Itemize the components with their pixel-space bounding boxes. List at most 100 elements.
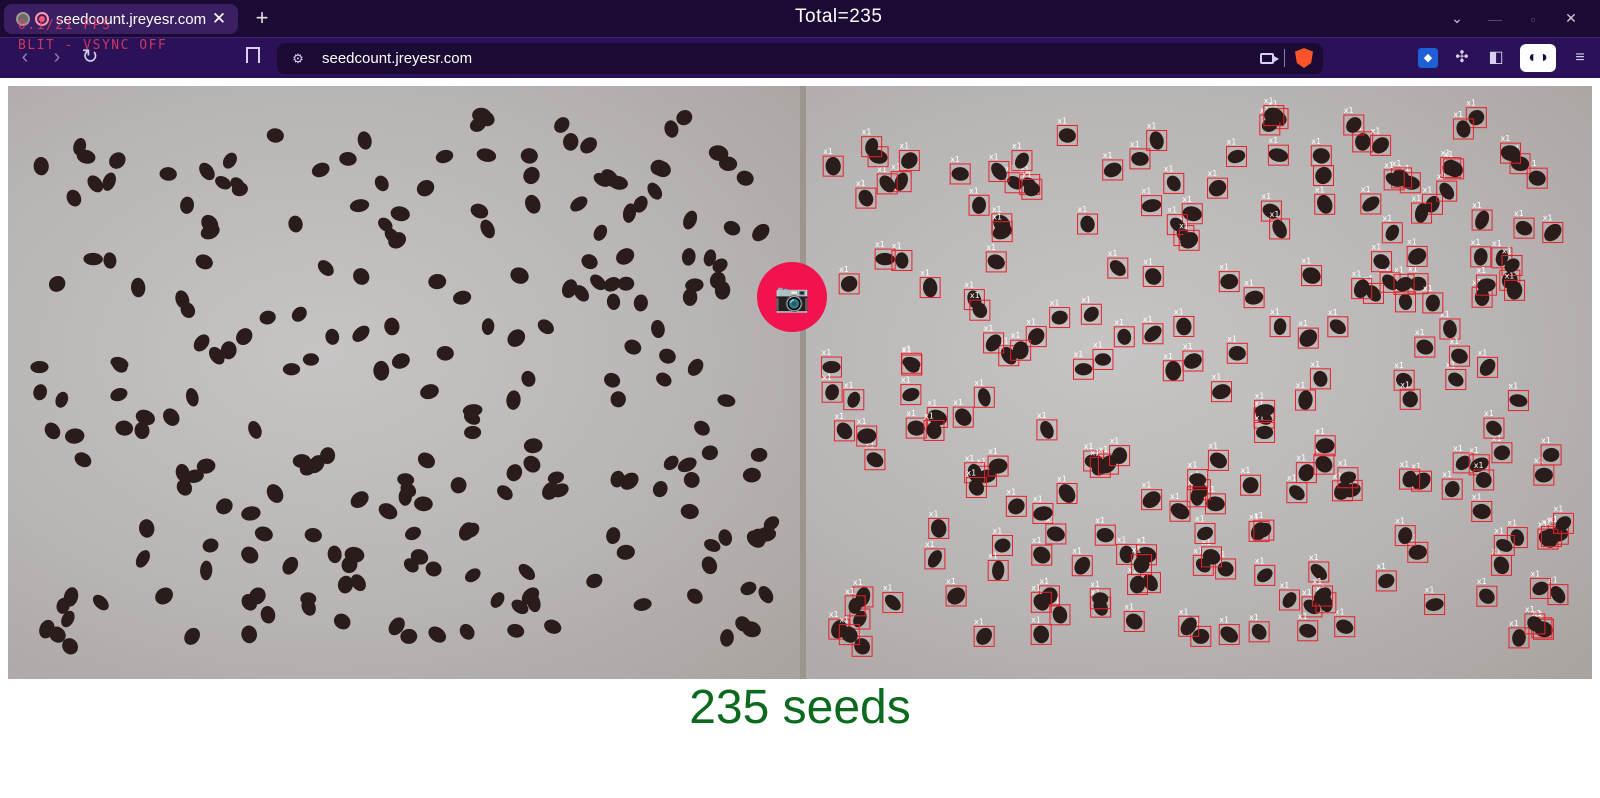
seed [1141, 199, 1162, 213]
detection-label: x1 [1117, 535, 1127, 544]
seed [603, 277, 621, 292]
detection-label: x1 [1103, 151, 1113, 160]
seed [390, 206, 410, 222]
detection-label: x1 [1108, 249, 1118, 258]
tab-list-icon[interactable]: ⌄ [1446, 10, 1468, 27]
bookmark-icon[interactable] [246, 47, 260, 63]
detection-label: x1 [1344, 106, 1354, 115]
forward-icon[interactable]: › [46, 46, 68, 68]
detection-label: x1 [1472, 201, 1482, 210]
detection-label: x1 [906, 409, 916, 418]
seed [378, 503, 398, 520]
detection-label: x1 [984, 324, 994, 333]
seed [1109, 260, 1126, 276]
extensions-puzzle-icon[interactable]: ✣ [1452, 48, 1472, 68]
seed [902, 387, 920, 402]
detection-label: x1 [1241, 466, 1251, 475]
seed [633, 598, 652, 611]
seed [758, 586, 774, 604]
seed [241, 506, 261, 521]
seed [1385, 224, 1400, 241]
seed [554, 117, 570, 133]
seed [288, 215, 303, 233]
sidebar-toggle-icon[interactable]: ◧ [1486, 48, 1506, 68]
bitwarden-extension-icon[interactable]: ◆ [1418, 48, 1438, 68]
close-window-icon[interactable]: ✕ [1560, 10, 1582, 27]
seed [1074, 363, 1093, 376]
seed [1227, 149, 1246, 164]
seed [470, 203, 489, 219]
site-info-icon[interactable]: ⚙ [288, 51, 308, 67]
seed [1493, 556, 1510, 575]
seed [254, 526, 273, 542]
camera-permission-icon[interactable] [1260, 52, 1279, 64]
detection-label: x1 [1311, 137, 1321, 146]
detection-label: x1 [1090, 580, 1100, 589]
detection-label: x1 [989, 152, 999, 161]
url-text[interactable]: seedcount.jreyesr.com [322, 50, 472, 67]
seed [420, 384, 439, 400]
brave-shields-icon[interactable] [1295, 48, 1313, 68]
detection-label: x1 [1279, 581, 1289, 590]
seed [1149, 131, 1164, 150]
seed [349, 199, 370, 213]
detection-label: x1 [1507, 519, 1517, 528]
capture-button[interactable]: 📷 [757, 262, 827, 332]
seed [109, 152, 126, 169]
seed [1117, 328, 1132, 345]
detection-label: x1 [1530, 569, 1540, 578]
seed [1509, 394, 1528, 407]
seed [1448, 372, 1464, 387]
seed [1534, 467, 1553, 483]
back-icon[interactable]: ‹ [14, 46, 36, 68]
detection-label: x1 [1541, 436, 1551, 445]
address-bar[interactable]: ⚙ seedcount.jreyesr.com [277, 43, 1323, 74]
detection-label: x1 [924, 411, 934, 420]
seed [480, 219, 495, 239]
seed [1033, 625, 1049, 644]
seed [1183, 353, 1202, 369]
detection-label: x1 [964, 281, 974, 290]
detection-label: x1 [1310, 360, 1320, 369]
detection-label: x1 [1372, 243, 1382, 252]
seed [139, 519, 155, 538]
detection-label: x1 [1494, 526, 1504, 535]
seed [1479, 588, 1495, 604]
seed [1212, 384, 1231, 400]
detection-label: x1 [1541, 517, 1551, 526]
reader-glasses-icon[interactable]: ◐◑ [1520, 44, 1556, 72]
detection-label: x1 [1382, 214, 1392, 223]
seed [259, 310, 276, 325]
detection-label: x1 [1057, 475, 1067, 484]
maximize-icon[interactable]: ▫ [1522, 11, 1544, 27]
camera-feed-annotated: x1 x1 x1 x1 x1 x1 x1 x1 x1 x1 x1 x1 x1 x1 x1 x1 x1 x1 x1 x1… [800, 86, 1592, 679]
reload-icon[interactable]: ↻ [79, 46, 101, 68]
seed [302, 353, 320, 366]
seed [185, 388, 199, 407]
seed [497, 485, 513, 501]
seed [352, 325, 370, 342]
detection-label: x1 [1208, 169, 1218, 178]
new-tab-button[interactable]: + [250, 6, 274, 30]
seed [563, 133, 579, 151]
seed [931, 519, 947, 538]
seed [663, 455, 679, 471]
seed [922, 277, 938, 298]
seed [647, 182, 663, 200]
detection-label: x1 [1501, 134, 1511, 143]
detection-label: x1 [925, 540, 935, 549]
detection-label: x1 [1302, 588, 1312, 597]
minimize-icon[interactable]: — [1484, 11, 1506, 27]
seed [405, 526, 421, 541]
seed [624, 339, 642, 355]
seed [656, 372, 672, 387]
close-tab-icon[interactable]: ✕ [210, 9, 228, 29]
seed [825, 156, 841, 176]
seed [752, 223, 770, 242]
detection-label: x1 [970, 291, 980, 300]
seed [1103, 162, 1122, 178]
detection-label: x1 [1478, 348, 1488, 357]
seed [518, 563, 536, 581]
seed [680, 503, 699, 520]
menu-icon[interactable]: ≡ [1570, 48, 1590, 68]
